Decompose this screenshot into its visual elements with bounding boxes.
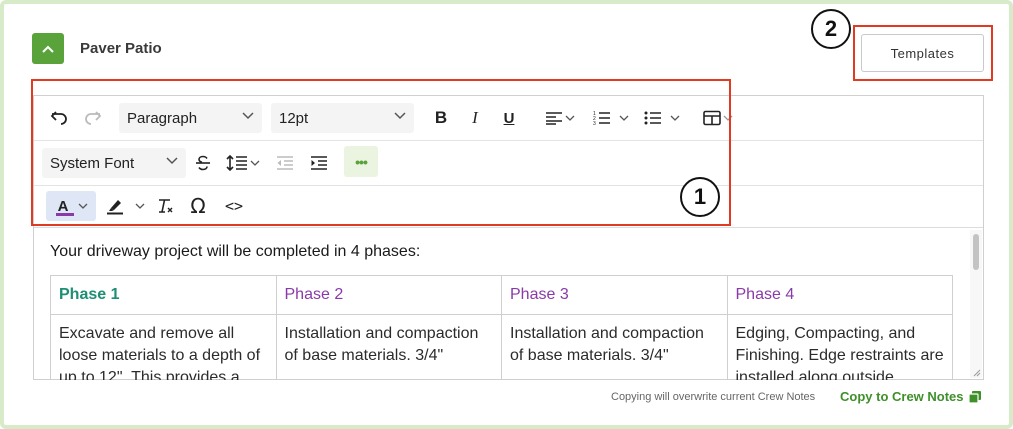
phase-3-title: Phase 3: [501, 275, 728, 315]
annotation-box-templates: [853, 25, 993, 81]
table-row: Excavate and remove all loose materials …: [50, 314, 953, 380]
copy-warning-note: Copying will overwrite current Crew Note…: [611, 391, 816, 403]
phase-1-text: Excavate and remove all loose materials …: [50, 314, 277, 380]
collapse-section-button[interactable]: [32, 33, 64, 64]
section-title: Paver Patio: [80, 40, 162, 57]
phase-1-title: Phase 1: [50, 275, 277, 315]
editor-content[interactable]: Your driveway project will be completed …: [34, 229, 969, 380]
phase-4-title: Phase 4: [726, 275, 953, 315]
copy-to-crew-notes-link[interactable]: Copy to Crew Notes: [840, 389, 982, 404]
annotation-marker-2: 2: [811, 9, 851, 49]
resize-grip-icon[interactable]: [971, 367, 981, 377]
phase-2-title: Phase 2: [275, 275, 502, 315]
phases-table: Phase 1 Phase 2 Phase 3 Phase 4 Excavate…: [50, 275, 953, 380]
phase-2-text: Installation and compaction of base mate…: [275, 314, 502, 380]
intro-paragraph: Your driveway project will be completed …: [50, 243, 421, 260]
copy-icon: [967, 390, 981, 404]
annotation-marker-1: 1: [680, 177, 720, 217]
table-header-row: Phase 1 Phase 2 Phase 3 Phase 4: [50, 275, 953, 315]
copy-link-label: Copy to Crew Notes: [840, 389, 964, 404]
phase-3-text: Installation and compaction of base mate…: [501, 314, 728, 380]
scrollbar-thumb[interactable]: [973, 234, 979, 270]
phase-4-text: Edging, Compacting, and Finishing. Edge …: [726, 314, 953, 380]
annotation-box-toolbar: [31, 79, 731, 226]
chevron-up-icon: [42, 45, 54, 53]
content-scrollbar[interactable]: [970, 230, 982, 378]
